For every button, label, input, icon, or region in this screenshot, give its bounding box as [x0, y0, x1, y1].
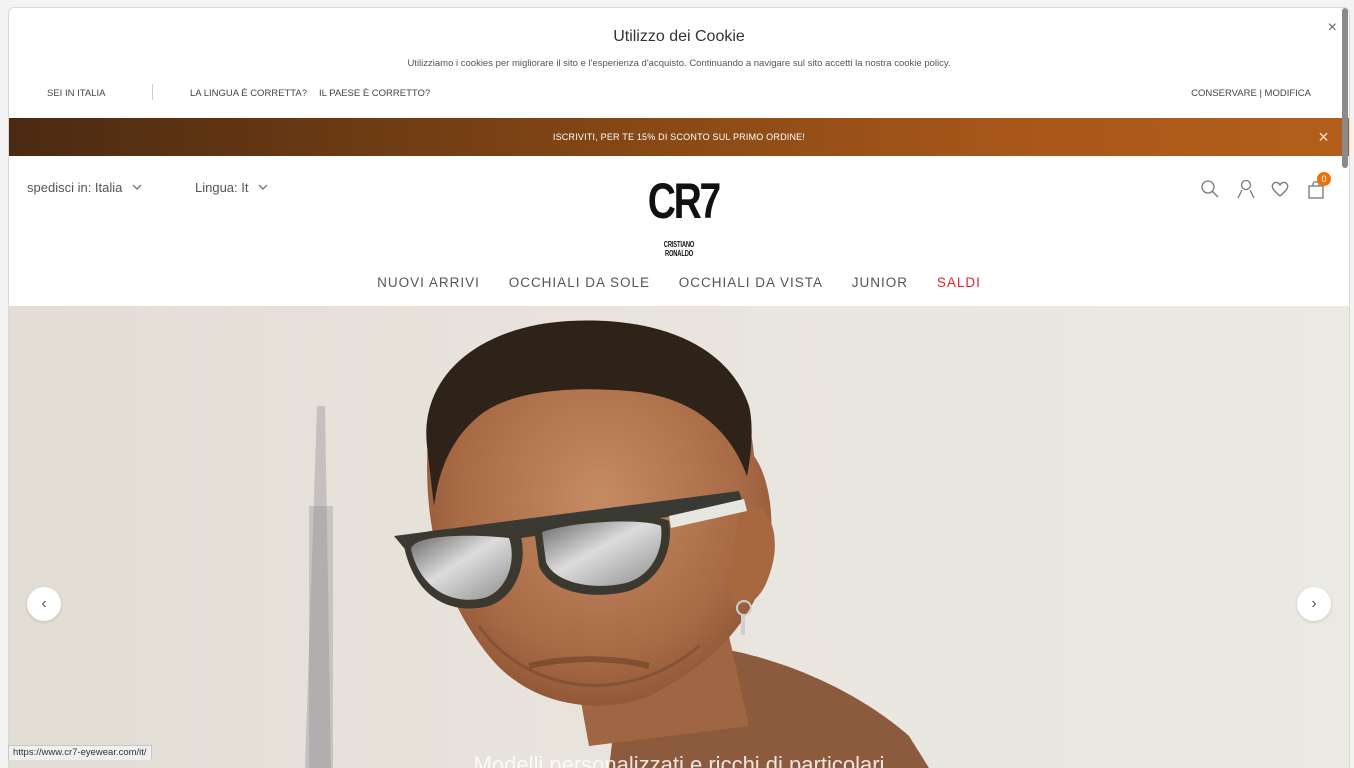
cart-button[interactable]: 0 [1305, 172, 1331, 200]
cookie-text: Utilizziamo i cookies per migliorare il … [407, 58, 951, 69]
user-icon[interactable] [1235, 178, 1257, 200]
heart-icon[interactable] [1269, 178, 1291, 200]
carousel-prev-button[interactable]: ‹ [27, 587, 61, 621]
carousel-next-button[interactable]: › [1297, 587, 1331, 621]
search-icon[interactable] [1199, 178, 1221, 200]
hero-image [9, 306, 1349, 768]
ship-to-label: spedisci in: Italia [27, 180, 123, 195]
language-selector[interactable]: Lingua: It [195, 180, 268, 195]
cookie-locale-row: SEI IN ITALIA LA LINGUA È CORRETTA? IL P… [9, 84, 1349, 108]
promo-text[interactable]: ISCRIVITI, PER TE 15% DI SCONTO SUL PRIM… [553, 132, 805, 142]
status-bar-url: https://www.cr7-eyewear.com/it/ [8, 745, 152, 760]
cart-count-badge: 0 [1317, 172, 1331, 186]
ship-to-selector[interactable]: spedisci in: Italia [27, 180, 142, 195]
nav-item-saldi[interactable]: SALDI [937, 275, 981, 290]
promo-close-icon[interactable]: × [1318, 118, 1329, 156]
keep-modify-link[interactable]: CONSERVARE | MODIFICA [1191, 88, 1311, 99]
hero-caption: Modelli personalizzati e ricchi di parti… [473, 752, 885, 768]
country-correct-link[interactable]: IL PAESE È CORRETTO? [319, 88, 430, 99]
cookie-close-icon[interactable]: × [1328, 20, 1337, 36]
logo-wordmark: CR7 [647, 173, 721, 229]
vertical-scrollbar[interactable] [1342, 8, 1348, 168]
divider [152, 84, 153, 100]
cookie-banner: Utilizzo dei Cookie Utilizziamo i cookie… [9, 8, 1349, 118]
nav-item-nuovi-arrivi[interactable]: NUOVI ARRIVI [377, 275, 480, 290]
site-header: spedisci in: Italia Lingua: It CR7 CRIST… [9, 156, 1349, 307]
hero-carousel: ‹ › Modelli personalizzati e ricchi di p… [9, 306, 1349, 768]
chevron-down-icon [132, 184, 142, 190]
chevron-down-icon [258, 184, 268, 190]
cr7-logo[interactable]: CR7 CRISTIANO RONALDO [639, 172, 721, 258]
nav-item-junior[interactable]: JUNIOR [852, 275, 908, 290]
language-correct-link[interactable]: LA LINGUA È CORRETTA? [190, 88, 307, 99]
country-indicator: SEI IN ITALIA [47, 88, 106, 99]
main-nav: NUOVI ARRIVI OCCHIALI DA SOLE OCCHIALI D… [9, 275, 1349, 290]
browser-viewport: Utilizzo dei Cookie Utilizziamo i cookie… [8, 7, 1350, 768]
nav-item-occhiali-da-sole[interactable]: OCCHIALI DA SOLE [509, 275, 650, 290]
logo-subtitle: CRISTIANO RONALDO [663, 240, 695, 258]
promo-banner[interactable]: ISCRIVITI, PER TE 15% DI SCONTO SUL PRIM… [9, 118, 1349, 156]
nav-item-occhiali-da-vista[interactable]: OCCHIALI DA VISTA [679, 275, 823, 290]
cookie-title: Utilizzo dei Cookie [613, 28, 745, 45]
language-label: Lingua: It [195, 180, 249, 195]
